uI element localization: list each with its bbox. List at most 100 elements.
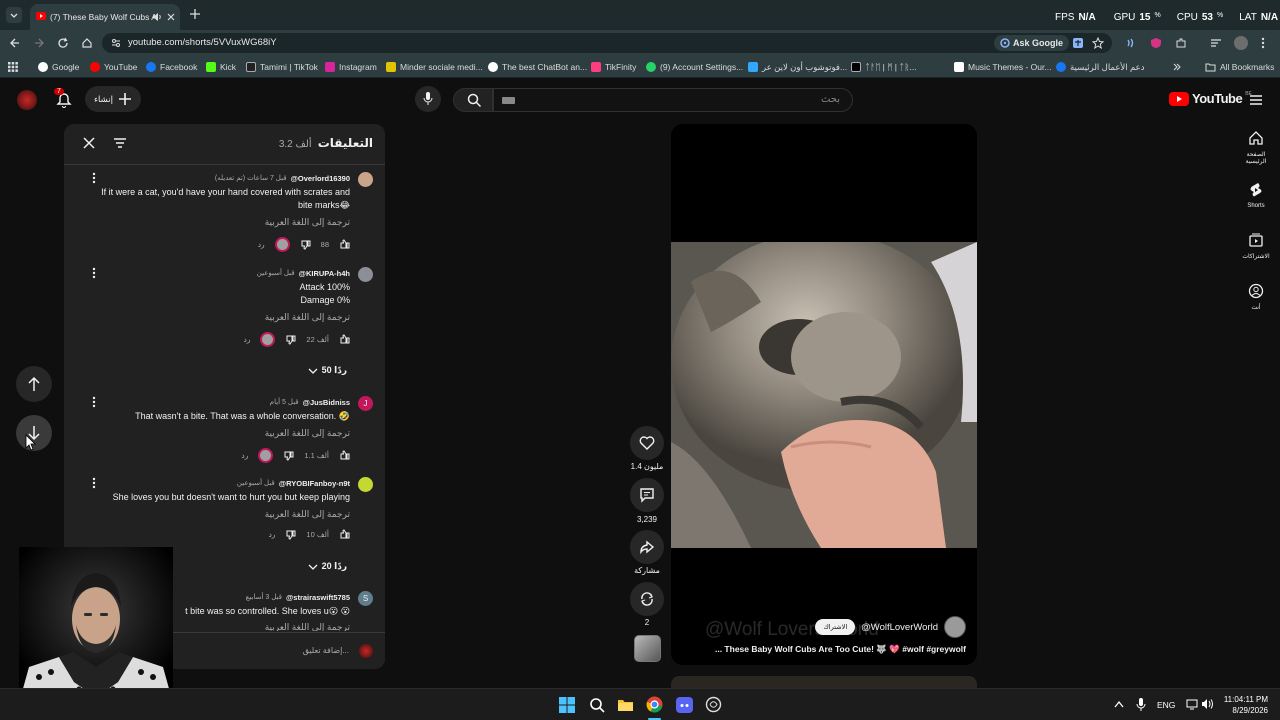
like-icon[interactable]	[339, 334, 350, 345]
like-button[interactable]	[630, 426, 664, 460]
remix-button[interactable]	[630, 582, 664, 616]
nav-subscriptions[interactable]: الاشتراكات	[1236, 232, 1276, 260]
app-circle-icon[interactable]	[705, 696, 722, 713]
reply-button[interactable]: رد	[243, 335, 250, 344]
close-tab-icon[interactable]	[166, 12, 176, 22]
comment-menu-icon[interactable]	[92, 396, 96, 408]
comment-avatar[interactable]	[358, 267, 373, 282]
sound-thumbnail[interactable]	[634, 635, 661, 662]
reply-button[interactable]: رد	[241, 451, 248, 460]
dislike-icon[interactable]	[285, 334, 296, 345]
comment-author[interactable]: @RYOBIFanboy-n9t	[279, 479, 350, 488]
bookmark-facebook[interactable]: Facebook	[146, 60, 197, 74]
reply-button[interactable]: رد	[268, 530, 275, 539]
bookmark-tikfinity[interactable]: TikFinity	[591, 60, 636, 74]
subscribe-button[interactable]: الاشتراك	[815, 619, 856, 635]
keyboard-icon[interactable]	[502, 97, 515, 104]
apps-grid-icon[interactable]	[8, 62, 18, 72]
home-browser-icon[interactable]	[81, 37, 93, 49]
bookmark-account-settings[interactable]: (9) Account Settings...	[646, 60, 743, 74]
share-button[interactable]	[630, 530, 664, 564]
translate-link[interactable]: ترجمة إلى اللغة العربية	[265, 428, 350, 439]
translate-link[interactable]: ترجمة إلى اللغة العربية	[265, 312, 350, 323]
back-icon[interactable]	[9, 37, 21, 49]
language-indicator[interactable]: ENG	[1157, 700, 1175, 710]
bookmark-minder[interactable]: Minder sociale medi...	[386, 60, 483, 74]
like-icon[interactable]	[339, 529, 350, 540]
address-bar[interactable]: youtube.com/shorts/5VVuxWG68iY Ask Googl…	[102, 33, 1112, 53]
translate-link[interactable]: ترجمة إلى اللغة العربية	[265, 509, 350, 520]
comment-author[interactable]: @Overlord16390	[291, 174, 350, 183]
site-info-icon[interactable]	[111, 38, 121, 48]
comment-author[interactable]: @KIRUPA-h4h	[299, 269, 350, 278]
taskbar-search-icon[interactable]	[589, 697, 605, 713]
forward-icon[interactable]	[33, 37, 45, 49]
volume-icon[interactable]	[1201, 698, 1214, 710]
close-comments-icon[interactable]	[83, 137, 95, 149]
profile-avatar[interactable]	[1234, 36, 1248, 50]
microphone-tray-icon[interactable]	[1136, 698, 1146, 711]
translate-page-icon[interactable]	[1072, 37, 1084, 49]
channel-avatar[interactable]	[944, 616, 966, 638]
bookmark-chatbot[interactable]: The best ChatBot an...	[488, 60, 587, 74]
browser-menu-icon[interactable]	[1260, 37, 1266, 49]
comment-avatar[interactable]	[358, 477, 373, 492]
reply-button[interactable]: رد	[258, 240, 265, 249]
dislike-icon[interactable]	[300, 239, 311, 250]
search-button[interactable]	[453, 88, 493, 112]
comment-author[interactable]: @strairaswift5785	[286, 593, 350, 602]
translate-link[interactable]: ترجمة إلى اللغة العربية	[265, 217, 350, 228]
dislike-icon[interactable]	[285, 529, 296, 540]
bookmark-kick[interactable]: Kick	[206, 60, 236, 74]
comment-menu-icon[interactable]	[92, 477, 96, 489]
more-bookmarks-icon[interactable]	[1172, 62, 1182, 72]
sort-comments-icon[interactable]	[113, 137, 127, 149]
windows-start-icon[interactable]	[559, 697, 575, 713]
youtube-logo[interactable]: YouTube BE	[1169, 91, 1252, 106]
guide-menu-icon[interactable]	[1249, 94, 1263, 106]
bookmark-youtube[interactable]: YouTube	[90, 60, 137, 74]
network-icon[interactable]	[1186, 699, 1198, 710]
reading-list-icon[interactable]	[1210, 37, 1222, 49]
bookmark-instagram[interactable]: Instagram	[325, 60, 377, 74]
previous-short-button[interactable]	[16, 366, 52, 402]
reload-icon[interactable]	[57, 37, 69, 49]
bookmark-google[interactable]: Google	[38, 60, 79, 74]
account-avatar[interactable]	[17, 90, 37, 110]
like-icon[interactable]	[339, 239, 350, 250]
browser-tab[interactable]: (7) These Baby Wolf Cubs A	[30, 4, 180, 30]
bookmark-star-icon[interactable]	[1092, 37, 1104, 49]
bookmark-photoshop[interactable]: فوتوشوب أون لاين عر...	[748, 60, 847, 74]
extensions-puzzle-icon[interactable]	[1175, 37, 1187, 49]
comment-menu-icon[interactable]	[92, 172, 96, 184]
clock[interactable]: 11:04:11 PM 8/29/2026	[1224, 694, 1268, 716]
all-bookmarks-folder[interactable]: All Bookmarks	[1205, 60, 1274, 74]
view-replies-button[interactable]: 50 ردًا	[308, 365, 347, 376]
new-tab-icon[interactable]	[189, 8, 201, 20]
tab-list-dropdown-icon[interactable]	[6, 7, 22, 23]
ask-google-button[interactable]: Ask Google	[994, 35, 1070, 51]
view-replies-button[interactable]: 20 ردًا	[308, 561, 347, 572]
extension-shield-icon[interactable]	[1150, 37, 1162, 49]
comments-button[interactable]	[630, 478, 664, 512]
file-explorer-icon[interactable]	[617, 697, 634, 712]
discord-icon[interactable]	[676, 697, 693, 713]
extension-wave-icon[interactable]	[1126, 37, 1138, 49]
show-hidden-icons-icon[interactable]	[1114, 700, 1124, 708]
bookmark-business[interactable]: دعم الأعمال الرئيسية	[1056, 60, 1144, 74]
like-icon[interactable]	[339, 450, 350, 461]
comment-avatar[interactable]: J	[358, 396, 373, 411]
short-video-player[interactable]: @Wolf Lovers World الاشتراك @WolfLoverWo…	[671, 124, 977, 665]
dislike-icon[interactable]	[283, 450, 294, 461]
bookmark-x[interactable]: ᛏᚨᛖ | ᛗ | ᛏᚱ...	[851, 60, 917, 74]
comment-author[interactable]: @JusBidniss	[303, 398, 350, 407]
nav-home[interactable]: الصفحة الرئيسية	[1236, 130, 1276, 165]
create-button[interactable]: إنشاء	[85, 86, 141, 112]
bookmark-tiktok[interactable]: Tamimi | TikTok	[246, 60, 318, 74]
comment-menu-icon[interactable]	[92, 267, 96, 279]
add-comment-input[interactable]: إضافة تعليق...	[303, 646, 349, 655]
search-input[interactable]: بحث	[493, 88, 853, 112]
channel-name[interactable]: @WolfLoverWorld	[861, 622, 938, 633]
short-title[interactable]: ... These Baby Wolf Cubs Are Too Cute! 🐺…	[715, 644, 966, 655]
chrome-icon[interactable]	[646, 696, 663, 713]
